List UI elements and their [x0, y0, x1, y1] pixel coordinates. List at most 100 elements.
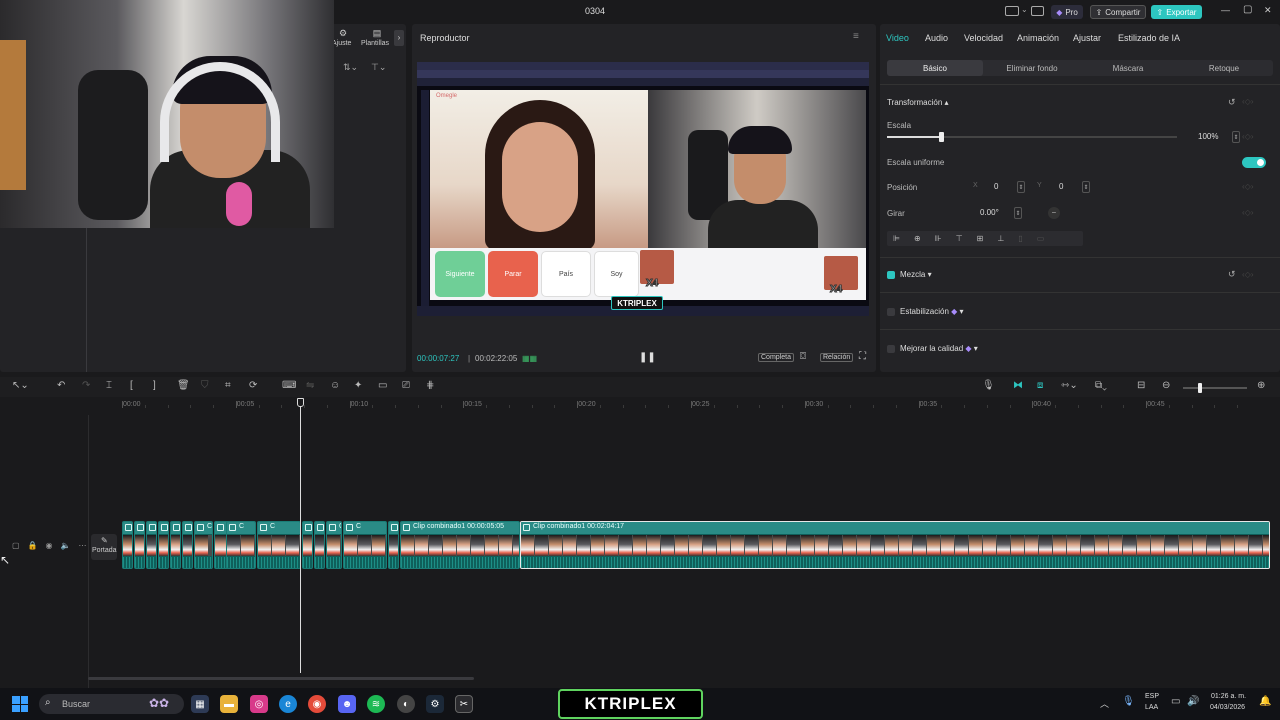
align-center-icon[interactable]: ⊕ — [914, 234, 921, 243]
tab-templates[interactable]: Plantillas — [361, 40, 389, 47]
subtab-máscara[interactable]: Máscara — [1080, 60, 1176, 76]
widgets-icon[interactable]: ▦ — [191, 695, 209, 713]
search-input[interactable]: Buscar — [62, 699, 90, 709]
timeline-clip[interactable]: Clip com — [326, 521, 342, 569]
select-tool-icon[interactable]: ↖⌄ — [12, 380, 29, 391]
position-y-input[interactable]: 0 — [1059, 182, 1063, 191]
timeline-clip[interactable]: Cli — [122, 521, 133, 569]
zoom-slider[interactable] — [1183, 383, 1247, 393]
fullscreen-icon[interactable]: ⛶ — [859, 351, 866, 362]
rotate-dial-icon[interactable]: – — [1048, 207, 1060, 219]
export-button[interactable]: ⇧ Exportar — [1151, 5, 1202, 19]
chevron-down-icon[interactable]: ⌄ — [1021, 5, 1028, 14]
timeline-clip[interactable]: C — [302, 521, 313, 569]
split-icon[interactable]: ⌶ — [106, 380, 112, 391]
transition-icon[interactable]: ▭ — [378, 380, 387, 391]
mirror-icon[interactable]: ⇋ — [306, 380, 314, 391]
chevron-right-icon[interactable]: › — [394, 30, 404, 46]
timeline-clip[interactable]: C — [170, 521, 181, 569]
caption-icon[interactable]: ⌨ — [282, 380, 296, 391]
uniform-scale-toggle[interactable] — [1242, 157, 1266, 168]
timeline-clip[interactable]: C — [343, 521, 387, 569]
transform-label[interactable]: Transformación ▴ — [887, 98, 949, 107]
lang-bottom[interactable]: LAA — [1145, 704, 1158, 711]
pro-button[interactable]: ◆ Pro — [1051, 5, 1083, 19]
align-bottom-icon[interactable]: ⊥ — [997, 234, 1004, 243]
chrome-icon[interactable]: ◉ — [308, 695, 326, 713]
timeline-clip[interactable]: Cli — [182, 521, 193, 569]
zoom-slider-knob[interactable] — [1198, 383, 1202, 393]
magnet-icon[interactable]: ⧓ — [1013, 380, 1023, 391]
timeline-scrollbar[interactable] — [88, 677, 474, 680]
tab-estilizado-de-ia[interactable]: Estilizado de IA — [1118, 33, 1180, 43]
rotate-keyframe-icon[interactable]: ‹◇› — [1242, 208, 1253, 217]
delete-icon[interactable]: 🗑 — [177, 380, 190, 391]
preview-axis-icon[interactable]: ⇿⌄ — [1061, 380, 1078, 391]
subtab-retoque[interactable]: Retoque — [1176, 60, 1272, 76]
blend-checkbox[interactable] — [887, 271, 895, 279]
timeline-clip[interactable]: C — [146, 521, 157, 569]
crop-icon[interactable]: ⌗ — [225, 380, 231, 391]
video-preview[interactable]: Omegle Siguiente Parar País Soy X4 X4 KT… — [417, 62, 869, 316]
rotate-stepper[interactable]: ⇕ — [1014, 207, 1022, 219]
freeze-icon[interactable]: ⎚ — [402, 380, 410, 391]
volume-icon[interactable]: 🔊 — [1187, 696, 1199, 707]
microphone-icon[interactable]: 🎙 — [982, 380, 995, 391]
snap-icon[interactable]: ⧉⌄ — [1095, 380, 1107, 391]
position-y-stepper[interactable]: ⇕ — [1082, 181, 1090, 193]
scale-keyframe-icon[interactable]: ‹◇› — [1242, 132, 1253, 141]
tab-velocidad[interactable]: Velocidad — [964, 33, 1003, 43]
quality-icon[interactable]: ▦▦ — [522, 354, 537, 363]
menu-icon[interactable]: ≡ — [853, 31, 859, 42]
timeline-clip[interactable]: C — [158, 521, 169, 569]
windows-start-icon[interactable] — [12, 696, 28, 712]
tray-chevron-icon[interactable]: ︿ — [1100, 697, 1109, 710]
align-middle-icon[interactable]: ⊞ — [977, 234, 984, 243]
network-icon[interactable]: ▭ — [1171, 696, 1180, 707]
align-left-icon[interactable]: ⊫ — [893, 234, 900, 243]
scale-slider-track[interactable] — [887, 132, 1177, 142]
subtab-básico[interactable]: Básico — [887, 60, 983, 76]
instagram-icon[interactable]: ◎ — [250, 695, 268, 713]
blend-label[interactable]: Mezcla ▾ — [900, 270, 932, 279]
full-button[interactable]: Completa — [758, 353, 794, 362]
tab-audio[interactable]: Audio — [925, 33, 948, 43]
filter-icon[interactable]: ⊤⌄ — [371, 62, 386, 73]
position-x-stepper[interactable]: ⇕ — [1017, 181, 1025, 193]
close-button[interactable]: ✕ — [1264, 5, 1272, 16]
tray-mic-icon[interactable]: 🎙 — [1122, 696, 1135, 707]
timeline-clip[interactable]: C — [226, 521, 256, 569]
snapshot-icon[interactable]: ⌼ — [800, 351, 806, 362]
maximize-button[interactable]: ▢ — [1243, 4, 1252, 15]
person-icon[interactable]: ☺ — [330, 380, 340, 391]
distribute-v-icon[interactable]: ▭ — [1037, 234, 1045, 243]
layout-icon[interactable] — [1005, 6, 1019, 16]
ratio-button[interactable]: Relación — [820, 353, 854, 362]
reset-icon[interactable]: ↺ — [1228, 97, 1236, 108]
timeline-clip[interactable]: C — [314, 521, 325, 569]
minimize-button[interactable]: — — [1221, 5, 1230, 15]
redo-icon[interactable]: ↷ — [82, 380, 90, 391]
spotify-icon[interactable]: ≋ — [367, 695, 385, 713]
timeline-clip[interactable]: C — [257, 521, 301, 569]
more-icon[interactable]: ⋯ — [78, 541, 86, 550]
templates-icon[interactable]: ▤ — [370, 28, 384, 39]
audio-beat-icon[interactable]: ⋕ — [426, 380, 434, 391]
magic-icon[interactable]: ✦ — [354, 380, 362, 391]
sort-icon[interactable]: ⇅⌄ — [343, 62, 358, 73]
tab-ajustar[interactable]: Ajustar — [1073, 33, 1101, 43]
timeline-clip[interactable]: C — [194, 521, 213, 569]
tab-video[interactable]: Video — [886, 33, 909, 43]
trim-left-icon[interactable]: [ — [130, 380, 133, 391]
scale-value[interactable]: 100% — [1198, 132, 1218, 141]
playhead-handle[interactable] — [297, 398, 304, 407]
enhance-checkbox[interactable] — [887, 345, 895, 353]
stabilize-label[interactable]: Estabilización ◆ ▾ — [900, 307, 964, 316]
file-explorer-icon[interactable]: ▬ — [220, 695, 238, 713]
scale-slider-knob[interactable] — [938, 132, 944, 142]
blend-keyframe-icon[interactable]: ‹◇› — [1242, 270, 1253, 279]
obs-icon[interactable]: ◐ — [397, 695, 415, 713]
stabilize-checkbox[interactable] — [887, 308, 895, 316]
tab-adjust[interactable]: Ajuste — [332, 40, 351, 47]
undo-icon[interactable]: ↶ — [57, 380, 65, 391]
